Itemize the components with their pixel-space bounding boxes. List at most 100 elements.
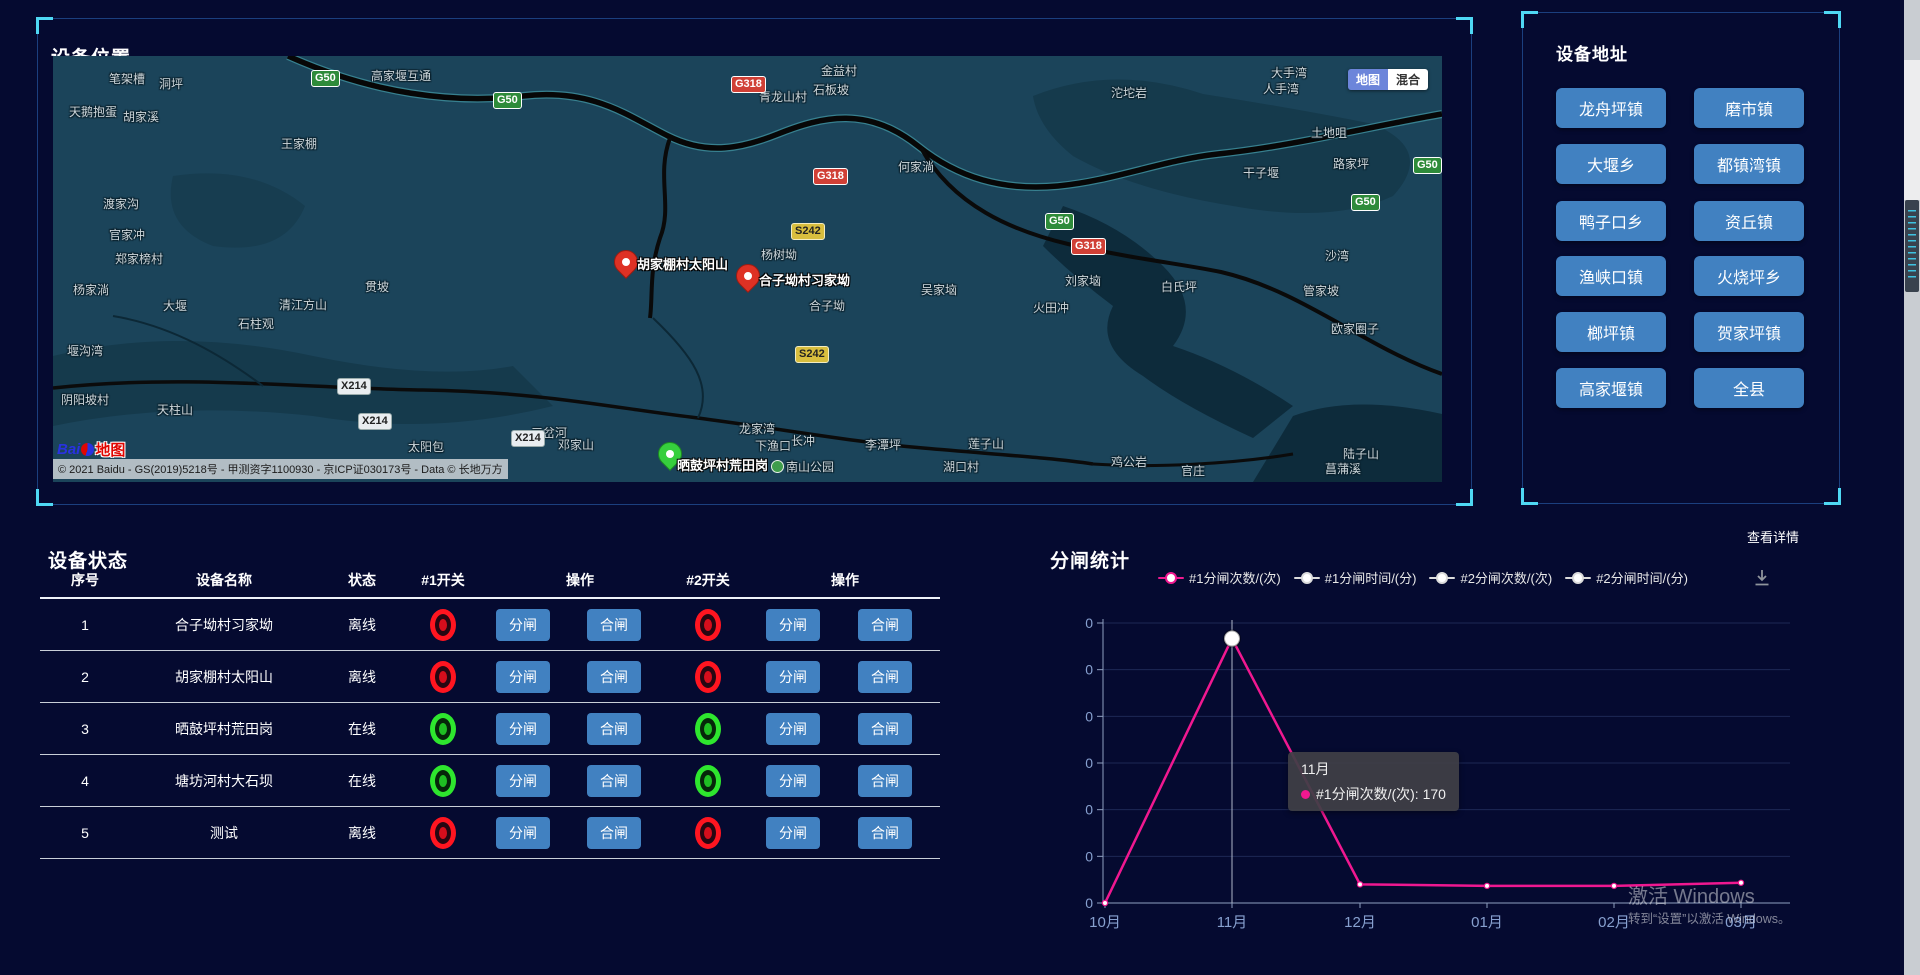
road-shield: S242	[791, 223, 825, 240]
map-label: 南山公园	[771, 458, 834, 475]
map-label: 吴家垴	[921, 281, 957, 298]
scrollbar-thumb[interactable]	[1905, 200, 1919, 292]
close-switch-button[interactable]: 合闸	[858, 817, 912, 849]
road-shield: X214	[337, 378, 371, 395]
map-label: 杨家淌	[73, 281, 109, 298]
close-switch-button[interactable]: 合闸	[587, 713, 641, 745]
address-button[interactable]: 高家堰镇	[1556, 368, 1666, 408]
address-button[interactable]: 磨市镇	[1694, 88, 1804, 128]
device-name: 晒鼓坪村荒田岗	[175, 719, 273, 739]
address-button[interactable]: 龙舟坪镇	[1556, 88, 1666, 128]
corner-decoration	[1824, 488, 1841, 505]
dashboard-page: 设备位置 笔架槽洞坪天鹅抱蛋胡家溪高家堰互通金益村石板坡青	[0, 0, 1920, 975]
address-button[interactable]: 全县	[1694, 368, 1804, 408]
map-type-hybrid-button[interactable]: 混合	[1388, 69, 1428, 90]
map-label: 鸡公岩	[1111, 453, 1147, 470]
svg-text:10月: 10月	[1089, 914, 1121, 931]
map-label: 太阳包	[408, 438, 444, 455]
open-switch-button[interactable]: 分闸	[496, 609, 550, 641]
windows-activation-watermark-sub: 转到“设置”以激活 Windows。	[1628, 908, 1791, 927]
page-scrollbar[interactable]	[1904, 0, 1920, 975]
row-index: 3	[81, 721, 89, 737]
switch-indicator-off	[695, 817, 721, 849]
close-switch-button[interactable]: 合闸	[587, 609, 641, 641]
map-marker-label: 合子坳村习家坳	[759, 270, 850, 289]
map-type-map-button[interactable]: 地图	[1348, 69, 1388, 90]
map-label: 白氏坪	[1161, 278, 1197, 295]
address-button[interactable]: 榔坪镇	[1556, 312, 1666, 352]
address-button[interactable]: 火烧坪乡	[1694, 256, 1804, 296]
road-shield: X214	[358, 413, 392, 430]
windows-activation-watermark: 激活 Windows	[1628, 880, 1755, 909]
svg-text:90: 90	[1085, 755, 1093, 771]
map-label: 高家堰互通	[371, 67, 431, 84]
device-status: 离线	[348, 667, 376, 687]
road-shield: G318	[1071, 238, 1106, 255]
road-shield: G50	[1045, 213, 1074, 230]
column-header: 操作	[831, 570, 859, 590]
open-switch-button[interactable]: 分闸	[766, 609, 820, 641]
open-switch-button[interactable]: 分闸	[496, 765, 550, 797]
map-label: 路家坪	[1333, 155, 1369, 172]
close-switch-button[interactable]: 合闸	[587, 817, 641, 849]
address-button[interactable]: 渔峡口镇	[1556, 256, 1666, 296]
baidu-logo: Bai地图	[57, 439, 125, 460]
corner-decoration	[1824, 11, 1841, 28]
map-label: 莲子山	[968, 435, 1004, 452]
device-status: 离线	[348, 823, 376, 843]
chart-tooltip: 11月 #1分闸次数/(次): 170	[1288, 752, 1459, 811]
legend-item[interactable]: #1分闸次数/(次)	[1158, 568, 1281, 587]
map-label: 菖蒲溪	[1325, 460, 1361, 477]
column-header: 状态	[348, 570, 376, 590]
switch-indicator-off	[695, 661, 721, 693]
address-button[interactable]: 都镇湾镇	[1694, 144, 1804, 184]
switch-indicator-off	[695, 609, 721, 641]
map-label: 龙家湾	[739, 420, 775, 437]
open-switch-button[interactable]: 分闸	[766, 661, 820, 693]
table-row: 4塘坊河村大石坝在线分闸合闸分闸合闸	[40, 755, 940, 807]
legend-label: #2分闸时间/(分)	[1596, 568, 1688, 587]
legend-item[interactable]: #2分闸时间/(分)	[1565, 568, 1688, 587]
close-switch-button[interactable]: 合闸	[858, 765, 912, 797]
open-switch-button[interactable]: 分闸	[496, 713, 550, 745]
legend-marker	[1158, 577, 1184, 579]
legend-item[interactable]: #1分闸时间/(分)	[1294, 568, 1417, 587]
open-switch-button[interactable]: 分闸	[766, 817, 820, 849]
open-switch-button[interactable]: 分闸	[496, 661, 550, 693]
trip-stats-title: 分闸统计	[1050, 546, 1130, 573]
map-label: 湖口村	[943, 458, 979, 475]
device-status: 在线	[348, 771, 376, 791]
close-switch-button[interactable]: 合闸	[587, 661, 641, 693]
column-header: 设备名称	[196, 570, 252, 590]
address-button[interactable]: 资丘镇	[1694, 201, 1804, 241]
park-icon	[771, 460, 784, 473]
legend-item[interactable]: #2分闸次数/(次)	[1429, 568, 1552, 587]
open-switch-button[interactable]: 分闸	[766, 765, 820, 797]
address-button[interactable]: 贺家坪镇	[1694, 312, 1804, 352]
corner-decoration	[36, 17, 53, 34]
close-switch-button[interactable]: 合闸	[587, 765, 641, 797]
corner-decoration	[1521, 11, 1538, 28]
device-name: 塘坊河村大石坝	[175, 771, 273, 791]
open-switch-button[interactable]: 分闸	[496, 817, 550, 849]
device-status: 在线	[348, 719, 376, 739]
device-name: 胡家棚村太阳山	[175, 667, 273, 687]
close-switch-button[interactable]: 合闸	[858, 661, 912, 693]
address-button[interactable]: 鸭子口乡	[1556, 201, 1666, 241]
row-index: 2	[81, 669, 89, 685]
address-button[interactable]: 大堰乡	[1556, 144, 1666, 184]
map-label: 贯坡	[365, 278, 389, 295]
map-label: 管家坡	[1303, 282, 1339, 299]
corner-decoration	[1456, 489, 1473, 506]
legend-marker	[1565, 577, 1591, 579]
close-switch-button[interactable]: 合闸	[858, 609, 912, 641]
column-header: #2开关	[686, 570, 730, 590]
open-switch-button[interactable]: 分闸	[766, 713, 820, 745]
svg-text:150: 150	[1085, 662, 1093, 678]
download-icon[interactable]	[1752, 568, 1772, 593]
view-details-link[interactable]: 查看详情	[1747, 527, 1799, 546]
legend-label: #1分闸时间/(分)	[1325, 568, 1417, 587]
table-row: 3 晒鼓坪村荒田岗 在线 分闸 合闸 分闸 合闸	[40, 703, 940, 755]
baidu-map[interactable]: 笔架槽洞坪天鹅抱蛋胡家溪高家堰互通金益村石板坡青龙山村沱坨岩大手湾人手湾土地咀路…	[53, 56, 1442, 482]
close-switch-button[interactable]: 合闸	[858, 713, 912, 745]
